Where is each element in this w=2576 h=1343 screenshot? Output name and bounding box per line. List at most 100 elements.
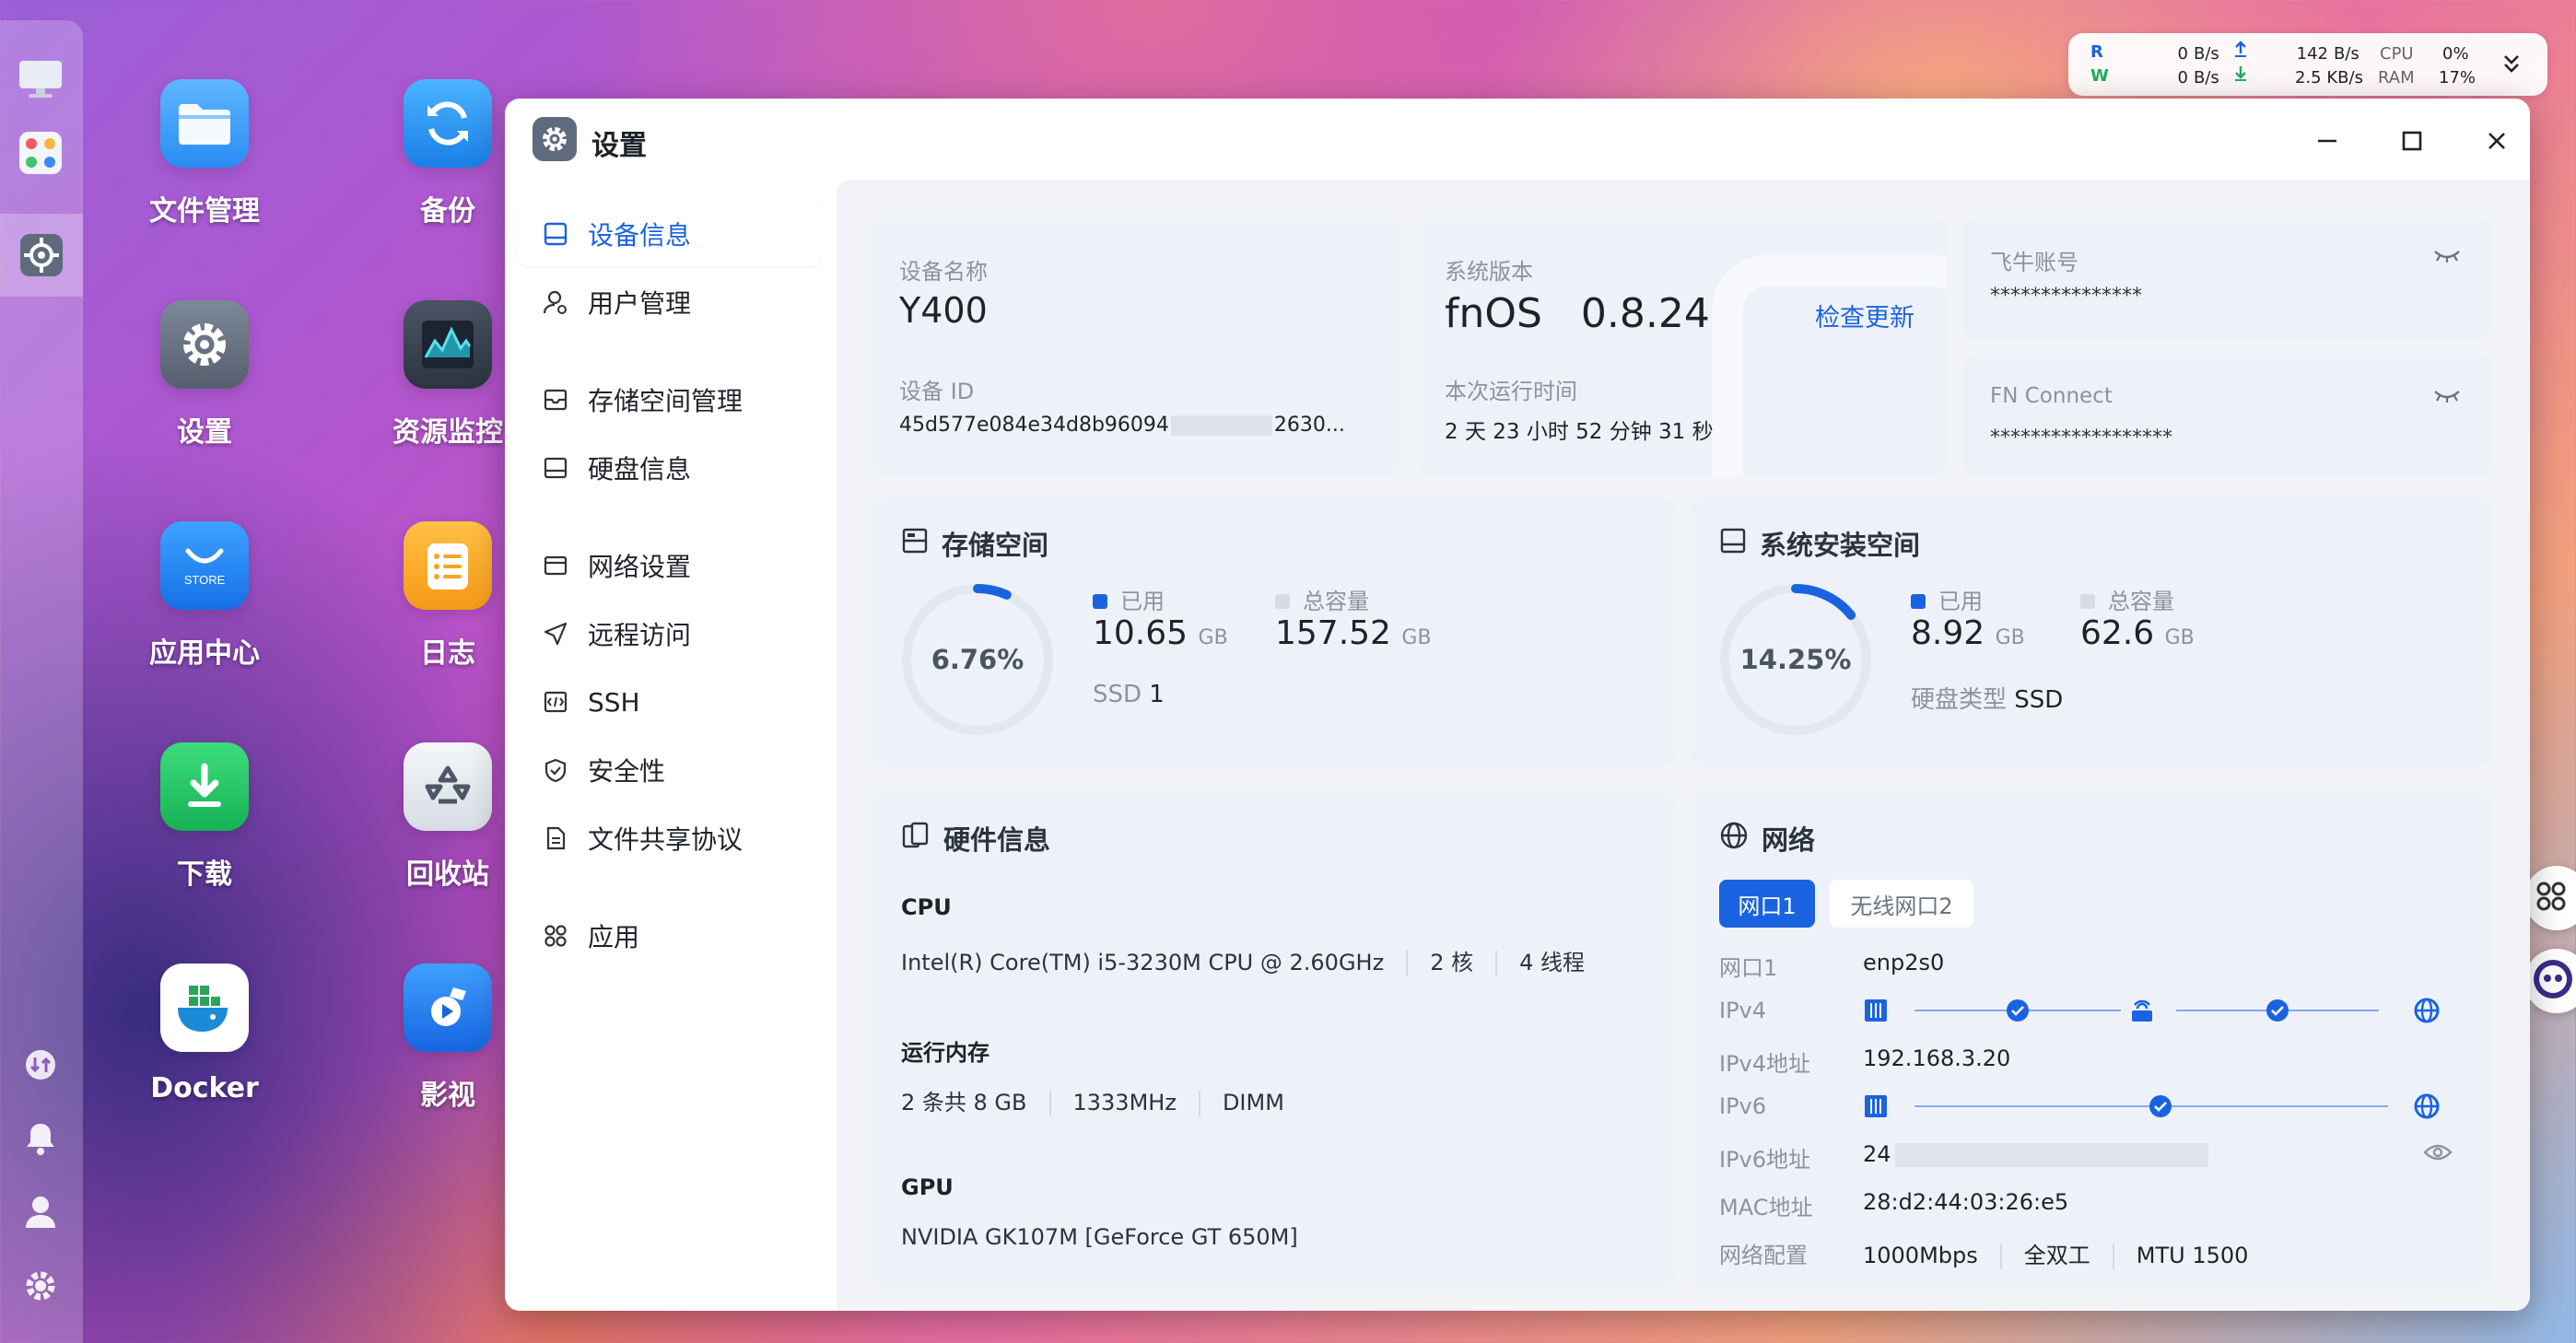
mtu-value: MTU 1500: [2136, 1243, 2249, 1268]
desktop-icon-file-manager[interactable]: 文件管理: [112, 79, 297, 228]
divider: [2112, 1244, 2114, 1269]
nav-item-label: 应用: [588, 922, 640, 952]
storage-space-title-text: 存储空间: [942, 530, 1049, 561]
nav-item-label: SSH: [588, 686, 640, 718]
internet-globe-icon: [2414, 998, 2440, 1023]
port-label: 网口1: [1719, 955, 1778, 981]
sys-used-value: 8.92 GB: [1911, 614, 2025, 652]
app-grid-icon[interactable]: [15, 127, 66, 179]
nav-item-storage-management[interactable]: 存储空间管理: [518, 368, 820, 432]
total-label: 总容量: [2108, 589, 2174, 614]
nav-item-label: 硬盘信息: [588, 454, 692, 485]
cpu-model: Intel(R) Core(TM) i5-3230M CPU @ 2.60GHz: [901, 950, 1385, 975]
system-version-value: fnOS 0.8.24: [1445, 290, 1710, 337]
storage-space-card: 存储空间 6.76% 已用 10.65 GB 总容量 157.52 GB SSD…: [872, 496, 1673, 767]
ipv6-redacted: [1894, 1143, 2208, 1167]
settings-dock-icon[interactable]: [0, 214, 83, 297]
desktop-icon-docker[interactable]: Docker: [112, 963, 297, 1104]
system-gear-icon[interactable]: [15, 1260, 66, 1312]
device-id-label: 设备 ID: [899, 379, 975, 404]
used-unit: GB: [1995, 626, 2025, 649]
resource-tray-widget[interactable]: R W 0 B/s 0 B/s 142 B/s 2.5 KB/s CPU RAM…: [2068, 33, 2547, 96]
total-label: 总容量: [1303, 589, 1369, 614]
ipv6-prefix: 24: [1863, 1141, 1891, 1167]
hardware-icon: [901, 821, 931, 857]
transfer-icon[interactable]: [15, 1039, 66, 1091]
cpu-threads: 4 线程: [1519, 950, 1585, 975]
used-label: 已用: [1120, 589, 1165, 614]
sys-total-value: 62.6 GB: [2080, 614, 2195, 652]
link-speed: 1000Mbps: [1863, 1243, 1978, 1268]
used-unit: GB: [1198, 626, 1228, 649]
desktop-icon-label: 应用中心: [149, 637, 260, 670]
assistant-button[interactable]: [2524, 949, 2576, 1013]
nav-item-file-share[interactable]: 文件共享协议: [518, 806, 820, 870]
desktop-icon-label: 文件管理: [149, 195, 260, 228]
globe-icon: [1719, 821, 1749, 857]
nav-item-user-management[interactable]: 用户管理: [518, 270, 820, 334]
duplex-mode: 全双工: [2023, 1243, 2090, 1268]
nav-item-disk-info[interactable]: 硬盘信息: [518, 436, 820, 500]
feiniu-account-label: 飞牛账号: [1990, 250, 2078, 275]
read-label: R: [2090, 42, 2103, 62]
desktop-icon-label: 设置: [177, 416, 232, 449]
check-update-link[interactable]: 检查更新: [1815, 298, 1914, 333]
used-value: 8.92: [1911, 614, 1985, 652]
nav-item-security[interactable]: 安全性: [518, 738, 820, 802]
storage-percent: 6.76%: [931, 644, 1025, 675]
tab-port1[interactable]: 网口1: [1719, 880, 1815, 928]
desktop-monitor-icon[interactable]: [15, 53, 66, 105]
read-unit: B/s: [2194, 44, 2219, 64]
close-icon[interactable]: [2480, 124, 2513, 158]
ipv4-topology: [1865, 998, 2440, 1023]
nav-item-network-settings[interactable]: 网络设置: [518, 533, 820, 598]
ipv6-label: IPv6: [1719, 1093, 1767, 1119]
window-titlebar[interactable]: 设置: [505, 99, 2530, 180]
dock-strip: [0, 20, 83, 1343]
device-id-suffix: 2630...: [1273, 414, 1345, 437]
mac-value: 28:d2:44:03:26:e5: [1863, 1189, 2069, 1215]
nav-item-ssh[interactable]: SSH: [518, 670, 820, 734]
feiniu-account-card: 飞牛账号 ***************: [1962, 218, 2491, 340]
memory-speed: 1333MHz: [1072, 1090, 1177, 1115]
store-badge-text: STORE: [184, 573, 226, 587]
tab-wireless-port2[interactable]: 无线网口2: [1830, 880, 1973, 928]
nav-item-device-info[interactable]: 设备信息: [518, 202, 820, 266]
nav-item-remote-access[interactable]: 远程访问: [518, 601, 820, 666]
device-id-value: 45d577e084e34d8b96094 2630...: [899, 414, 1345, 437]
eye-icon[interactable]: [2423, 1141, 2453, 1167]
divider: [1198, 1091, 1200, 1116]
write-unit: B/s: [2194, 68, 2219, 88]
user-profile-icon[interactable]: [15, 1186, 66, 1238]
uptime-value: 2 天 23 小时 52 分钟 31 秒: [1445, 420, 1714, 444]
desktop-icon-download[interactable]: 下载: [112, 742, 297, 892]
app-store-icon: STORE: [160, 521, 249, 610]
nav-item-label: 网络设置: [588, 552, 692, 582]
used-label: 已用: [1938, 589, 1983, 614]
eye-closed-icon[interactable]: [2432, 388, 2462, 410]
docker-icon: [160, 963, 249, 1052]
desktop-icon-settings[interactable]: 设置: [112, 300, 297, 450]
ssd-label: SSD: [1093, 681, 1142, 708]
cpu-label: CPU: [2380, 44, 2414, 64]
nav-item-label: 设备信息: [588, 220, 692, 251]
maximize-icon[interactable]: [2395, 124, 2429, 158]
remote-access-icon: [540, 621, 571, 647]
settings-nav: 设备信息 用户管理 存储空间管理 硬盘信息 网络设置 远程访问 SSH 安全性: [505, 180, 837, 1311]
nav-item-apps[interactable]: 应用: [518, 904, 820, 968]
minimize-icon[interactable]: [2311, 124, 2344, 158]
system-install-title-text: 系统安装空间: [1760, 530, 1921, 561]
quick-panel-button[interactable]: [2524, 866, 2576, 930]
write-value: 0: [2177, 68, 2188, 88]
hardware-info-title: 硬件信息: [901, 819, 1050, 858]
hardware-info-card: 硬件信息 CPU Intel(R) Core(TM) i5-3230M CPU …: [872, 791, 1673, 1289]
eye-closed-icon[interactable]: [2432, 248, 2462, 270]
network-card: 网络 网口1 无线网口2 网口1 enp2s0 IPv4 IPv4地址 192.…: [1690, 791, 2491, 1289]
desktop-icon-app-center[interactable]: STORE 应用中心: [112, 521, 297, 671]
nav-item-label: 存储空间管理: [588, 386, 744, 416]
notification-bell-icon[interactable]: [15, 1113, 66, 1164]
user-icon: [540, 289, 571, 315]
settings-content: 设备名称 Y400 设备 ID 45d577e084e34d8b96094 263…: [837, 180, 2530, 1311]
chevron-down-icon[interactable]: [2501, 52, 2522, 80]
upload-arrow-icon: [2234, 41, 2247, 64]
